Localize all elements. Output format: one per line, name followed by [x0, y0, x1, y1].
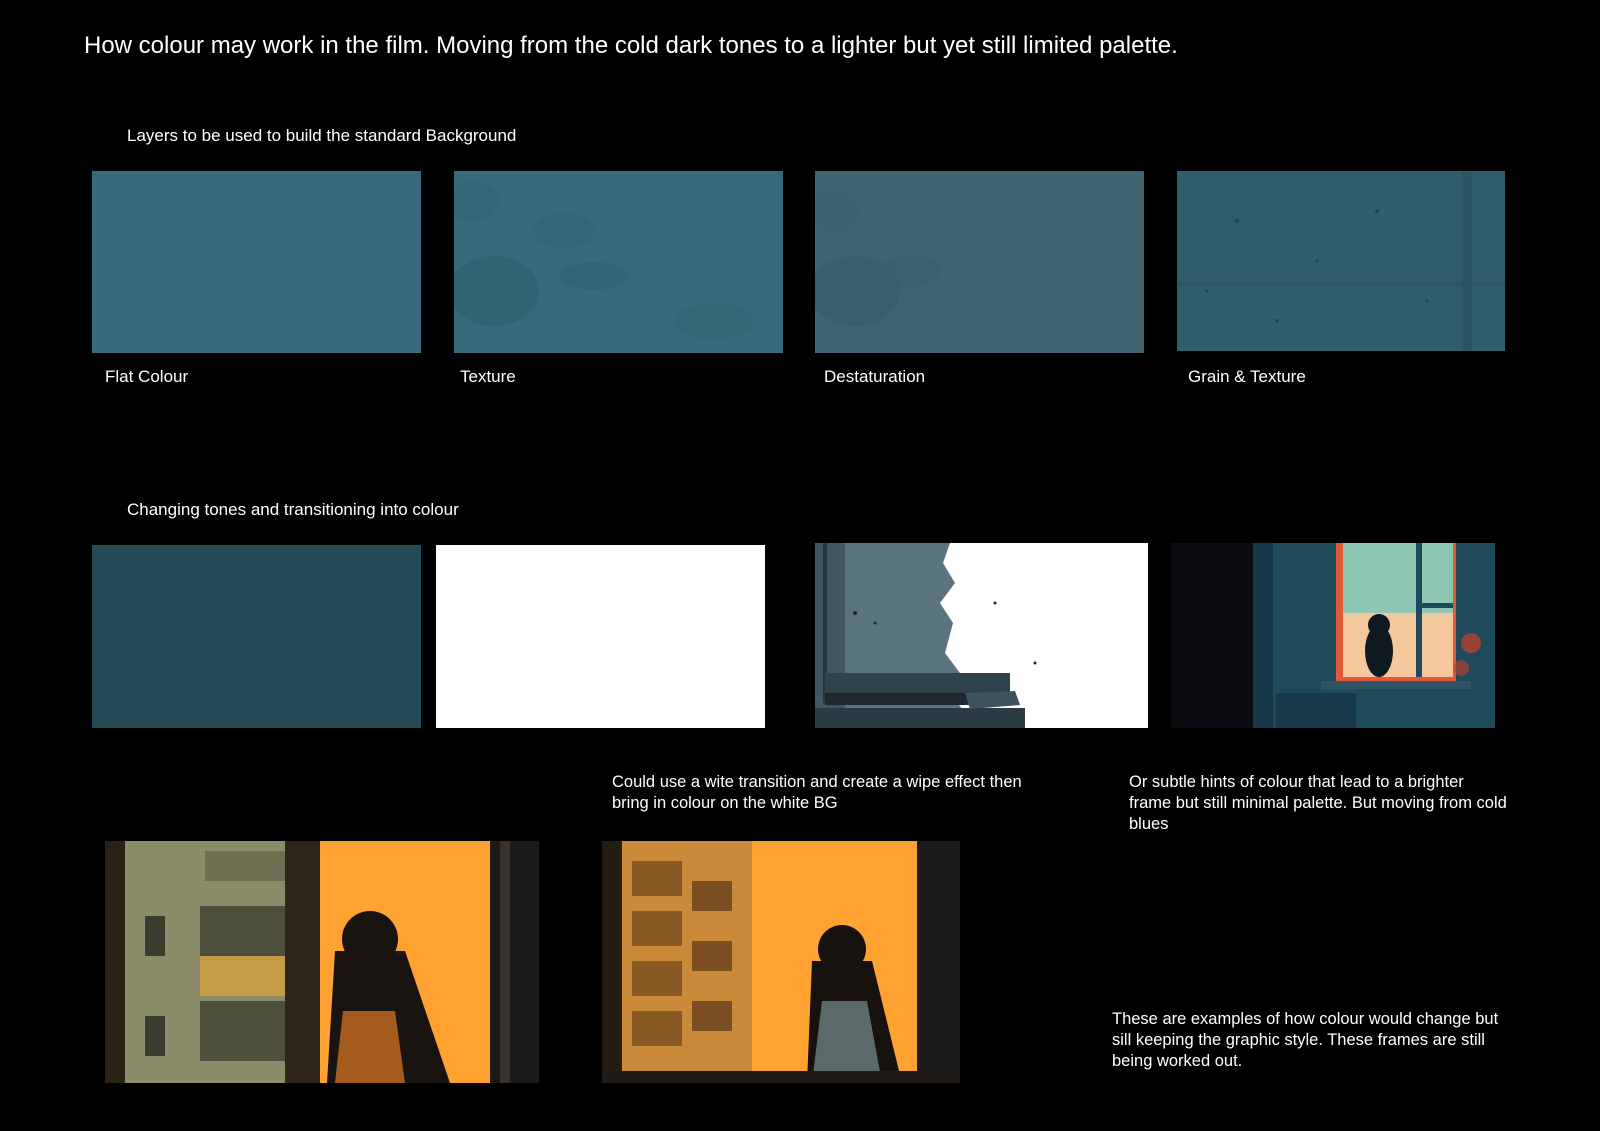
orange-window-frame-1-image	[105, 841, 539, 1083]
grain-texture-label: Grain & Texture	[1188, 367, 1306, 386]
hints-note: Or subtle hints of colour that lead to a…	[1129, 773, 1507, 833]
orange-window-frame-2-image	[602, 841, 960, 1083]
wipe-note: Could use a wite transition and create a…	[612, 773, 1022, 812]
texture-swatch	[454, 171, 783, 353]
layers-heading: Layers to be used to build the standard …	[127, 126, 517, 145]
flat-colour-label: Flat Colour	[105, 367, 189, 386]
page-title: How colour may work in the film. Moving …	[84, 32, 1178, 59]
grain-texture-swatch	[1177, 171, 1505, 351]
dark-teal-swatch	[92, 545, 421, 728]
transition-heading: Changing tones and transitioning into co…	[127, 500, 459, 519]
window-hint-frame-image	[1171, 543, 1495, 728]
texture-label: Texture	[460, 367, 516, 386]
destaturation-label: Destaturation	[824, 367, 926, 386]
examples-note: These are examples of how colour would c…	[1112, 1010, 1499, 1070]
wipe-frame-image	[815, 543, 1148, 728]
flat-colour-swatch	[92, 171, 421, 353]
white-swatch	[436, 545, 765, 728]
destaturation-swatch	[815, 171, 1144, 353]
